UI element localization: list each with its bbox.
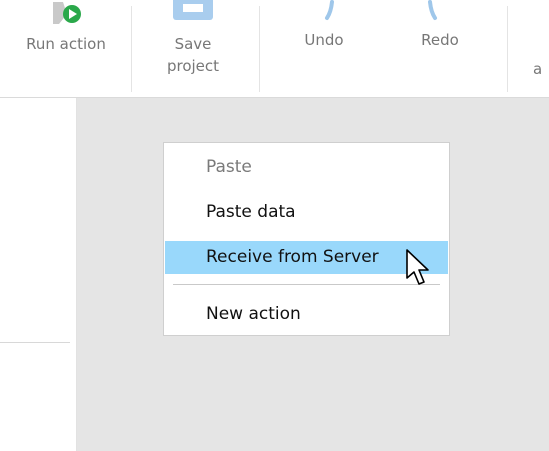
context-menu: Paste Paste data Receive from Server New… — [163, 142, 450, 336]
truncated-toolbar-label: a — [533, 60, 543, 78]
undo-icon — [325, 0, 334, 20]
save-icon — [173, 0, 213, 20]
ribbon-toolbar: Run action Save project Undo Redo a — [0, 0, 549, 98]
undo-label: Undo — [304, 31, 344, 49]
save-project-button[interactable]: Save project — [152, 0, 234, 94]
run-icon — [53, 2, 81, 24]
run-action-label: Run action — [26, 35, 106, 53]
menu-item-paste: Paste — [206, 157, 252, 177]
menu-item-paste-data[interactable]: Paste data — [165, 196, 448, 229]
save-project-label: Save project — [166, 35, 220, 75]
redo-label: Redo — [421, 31, 459, 49]
toolbar-separator — [131, 6, 132, 92]
menu-separator — [173, 284, 440, 285]
menu-item-new-action[interactable]: New action — [165, 298, 448, 331]
left-panel — [0, 98, 76, 451]
redo-button[interactable]: Redo — [399, 0, 481, 94]
truncated-toolbar-button[interactable]: a — [525, 0, 549, 94]
mouse-pointer-icon — [406, 249, 429, 285]
run-action-button[interactable]: Run action — [25, 0, 107, 94]
toolbar-separator — [259, 6, 260, 92]
undo-button[interactable]: Undo — [283, 0, 365, 94]
redo-icon — [428, 0, 437, 20]
left-panel-divider — [0, 342, 70, 343]
toolbar-separator — [507, 6, 508, 92]
